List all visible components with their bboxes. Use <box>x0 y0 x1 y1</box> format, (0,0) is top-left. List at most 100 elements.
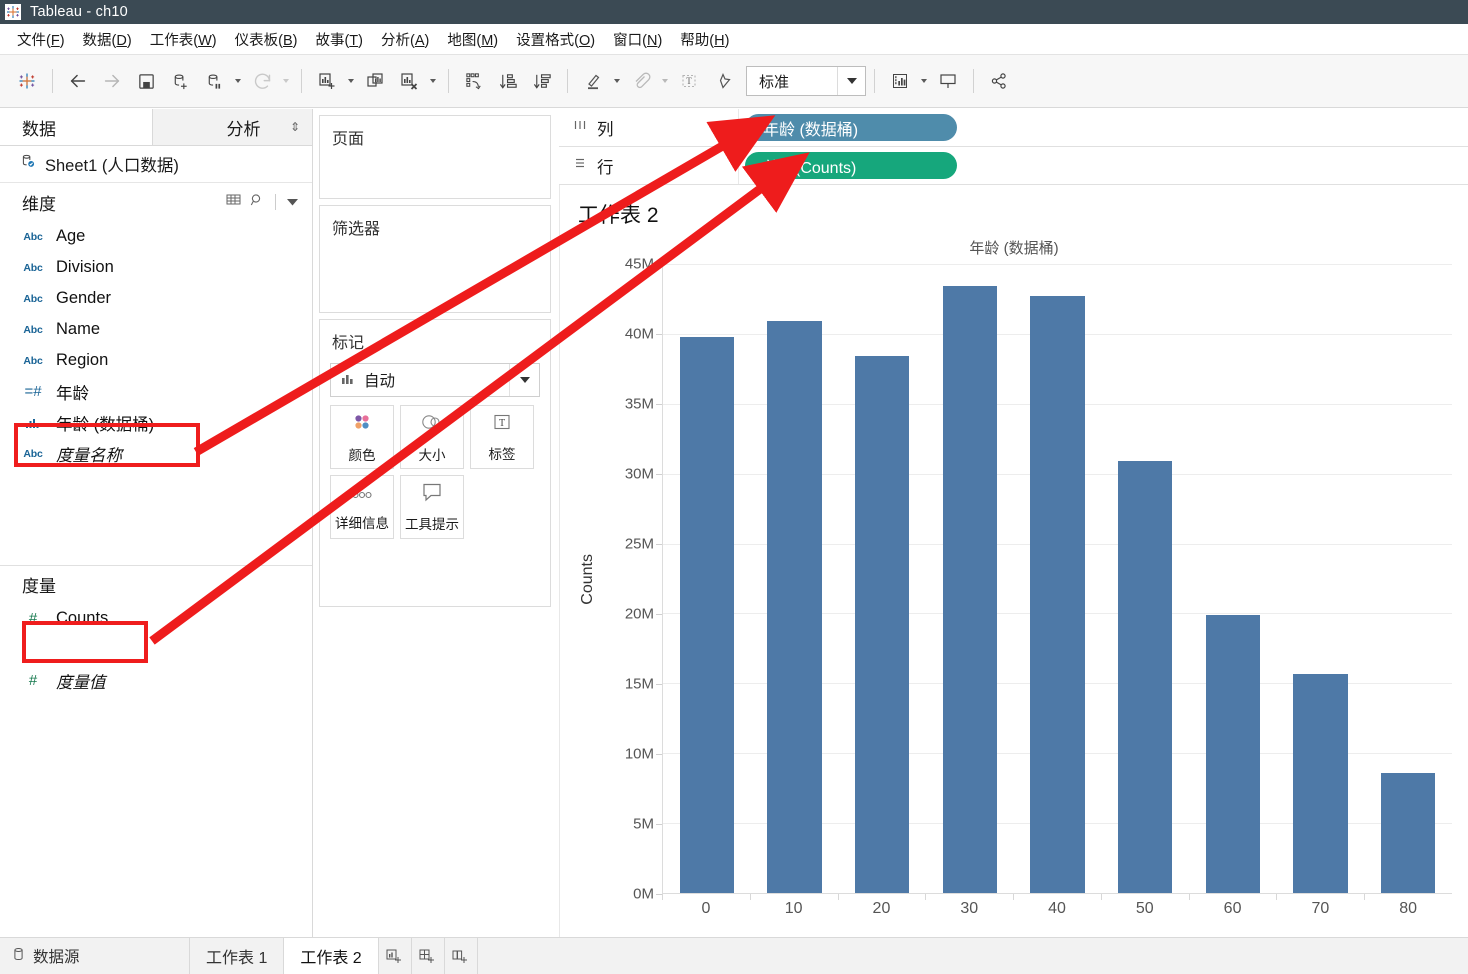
field-label: 度量名称 <box>56 446 122 465</box>
measure-field-measure-values[interactable]: # 度量值 <box>0 665 312 696</box>
marks-color-label: 颜色 <box>348 448 376 463</box>
tableau-home-icon[interactable] <box>10 64 44 98</box>
show-me-caret-icon[interactable] <box>917 64 931 98</box>
dimension-field-age-bin[interactable]: 年龄 (数据桶) <box>0 407 312 438</box>
bottom-data-source-button[interactable]: 数据源 <box>0 938 190 974</box>
dimension-field-measure-names[interactable]: Abc 度量名称 <box>0 438 312 469</box>
dimension-field-age[interactable]: Abc Age <box>0 221 312 252</box>
new-data-source-icon[interactable] <box>163 64 197 98</box>
bar[interactable] <box>855 356 910 893</box>
swap-rows-columns-icon[interactable] <box>457 64 491 98</box>
x-axis-tick-label: 60 <box>1223 900 1242 917</box>
bar[interactable] <box>679 336 734 893</box>
bar[interactable] <box>1205 614 1261 893</box>
pane-resize-icon[interactable]: ⇕ <box>290 120 300 134</box>
dimension-field-division[interactable]: Abc Division <box>0 252 312 283</box>
menu-item-format[interactable]: 设置格式(O) <box>507 27 604 52</box>
show-me-icon[interactable] <box>883 64 917 98</box>
measures-title: 度量 <box>22 577 56 596</box>
bar[interactable] <box>1118 461 1173 893</box>
dimension-field-name[interactable]: Abc Name <box>0 314 312 345</box>
bar[interactable] <box>1381 772 1436 893</box>
duplicate-sheet-icon[interactable] <box>358 64 392 98</box>
new-story-icon[interactable] <box>445 938 478 974</box>
y-axis-tick-label: 45M <box>624 255 654 273</box>
fit-select-caret-icon[interactable] <box>837 67 865 95</box>
new-worksheet-icon[interactable] <box>310 64 344 98</box>
new-worksheet-icon[interactable] <box>379 938 412 974</box>
tab-data[interactable]: 数据 <box>0 109 152 145</box>
rows-shelf[interactable]: 行 总和(Counts) <box>559 147 1468 185</box>
menu-item-analysis[interactable]: 分析(A) <box>372 27 438 52</box>
dimension-field-region[interactable]: Abc Region <box>0 345 312 376</box>
continuous-number-icon: # <box>28 610 38 627</box>
group-members-icon[interactable] <box>624 64 658 98</box>
new-worksheet-caret-icon[interactable] <box>344 64 358 98</box>
columns-shelf[interactable]: 列 年龄 (数据桶) <box>559 109 1468 147</box>
marks-type-caret-icon[interactable] <box>509 364 539 396</box>
marks-tooltip-button[interactable]: 工具提示 <box>400 475 464 539</box>
data-source-row[interactable]: Sheet1 (人口数据) <box>0 146 312 183</box>
new-dashboard-icon[interactable] <box>412 938 445 974</box>
menu-item-data[interactable]: 数据(D) <box>74 27 141 52</box>
y-axis-tick-label: 15M <box>624 675 654 693</box>
share-workbook-icon[interactable] <box>982 64 1016 98</box>
label-text-icon: T <box>491 411 513 438</box>
pause-data-updates-caret-icon[interactable] <box>231 64 245 98</box>
sort-ascending-icon[interactable] <box>491 64 525 98</box>
menu-item-dashboard[interactable]: 仪表板(B) <box>226 27 307 52</box>
bar[interactable] <box>1030 296 1085 893</box>
menu-item-story[interactable]: 故事(T) <box>306 27 372 52</box>
dimensions-dropdown-caret-icon[interactable] <box>287 193 298 211</box>
view-data-grid-icon[interactable] <box>226 193 241 211</box>
pill-age-bin[interactable]: 年龄 (数据桶) <box>745 114 957 141</box>
x-axis-tick-mark <box>1364 894 1366 900</box>
refresh-caret-icon[interactable] <box>279 64 293 98</box>
columns-shelf-drop[interactable]: 年龄 (数据桶) <box>739 109 1468 146</box>
menu-item-map[interactable]: 地图(M) <box>438 27 507 52</box>
redo-icon[interactable] <box>95 64 129 98</box>
group-members-caret-icon[interactable] <box>658 64 672 98</box>
filters-card[interactable]: 筛选器 <box>319 205 551 313</box>
measure-field-record-count[interactable]: =# 记录数 <box>0 634 312 665</box>
marks-label-button[interactable]: T 标签 <box>470 405 534 469</box>
presentation-mode-icon[interactable] <box>931 64 965 98</box>
pages-card[interactable]: 页面 <box>319 115 551 199</box>
marks-color-button[interactable]: 颜色 <box>330 405 394 469</box>
marks-detail-button[interactable]: 详细信息 <box>330 475 394 539</box>
window-title: Tableau - ch10 <box>30 4 128 20</box>
bar[interactable] <box>942 286 998 893</box>
dimension-field-nianling[interactable]: =# 年龄 <box>0 376 312 407</box>
menu-item-worksheet[interactable]: 工作表(W) <box>141 27 226 52</box>
search-icon[interactable] <box>250 193 264 212</box>
highlight-icon[interactable] <box>576 64 610 98</box>
refresh-data-source-icon[interactable] <box>245 64 279 98</box>
rows-shelf-drop[interactable]: 总和(Counts) <box>739 147 1468 184</box>
save-icon[interactable] <box>129 64 163 98</box>
pill-sum-counts[interactable]: 总和(Counts) <box>745 152 957 179</box>
dimension-field-gender[interactable]: Abc Gender <box>0 283 312 314</box>
highlight-caret-icon[interactable] <box>610 64 624 98</box>
measure-field-counts[interactable]: # Counts <box>0 603 312 634</box>
bar[interactable] <box>1293 673 1348 893</box>
menu-item-file[interactable]: 文件(F) <box>8 27 74 52</box>
bar[interactable] <box>767 321 822 893</box>
menu-item-window[interactable]: 窗口(N) <box>604 27 671 52</box>
y-axis-tick-label: 30M <box>624 465 654 483</box>
bar-series <box>663 264 1452 893</box>
sort-descending-icon[interactable] <box>525 64 559 98</box>
color-palette-icon <box>350 410 374 439</box>
tab-analytics[interactable]: 分析 ⇕ <box>152 109 312 145</box>
sheet-tab-worksheet-1[interactable]: 工作表 1 <box>190 938 285 974</box>
fit-select[interactable]: 标准 <box>746 66 866 96</box>
clear-sheet-caret-icon[interactable] <box>426 64 440 98</box>
pause-data-updates-icon[interactable] <box>197 64 231 98</box>
undo-icon[interactable] <box>61 64 95 98</box>
marks-type-select[interactable]: 自动 <box>330 363 540 397</box>
clear-sheet-icon[interactable] <box>392 64 426 98</box>
show-mark-labels-icon[interactable]: T <box>672 64 706 98</box>
menu-item-help[interactable]: 帮助(H) <box>671 27 738 52</box>
sheet-tab-worksheet-2[interactable]: 工作表 2 <box>284 938 379 974</box>
marks-size-button[interactable]: 大小 <box>400 405 464 469</box>
fix-axes-icon[interactable] <box>706 64 740 98</box>
